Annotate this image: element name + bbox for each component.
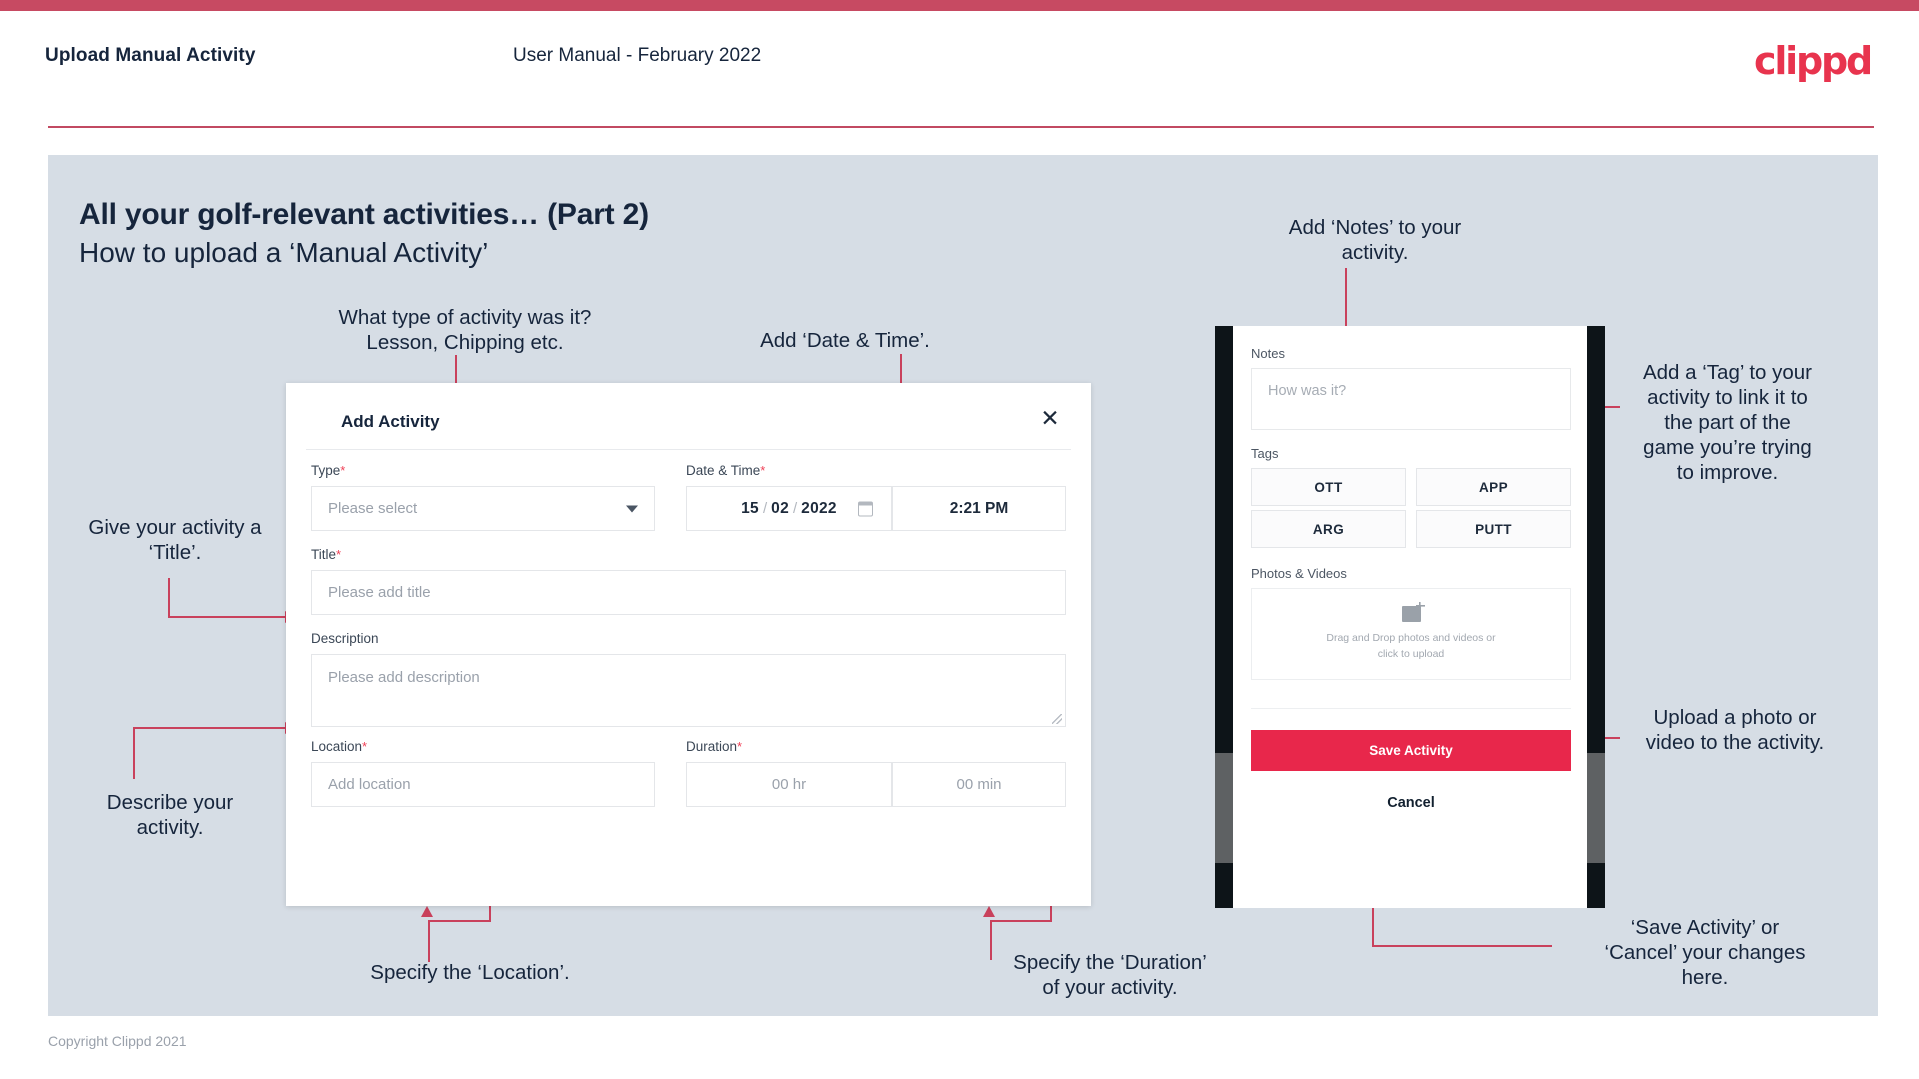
title-input[interactable]: Please add title [311,570,1066,615]
scrollbar-right[interactable] [1587,753,1605,863]
arrow-desc-stem [133,727,135,779]
location-required: * [362,739,368,754]
type-label: Type* [311,463,345,478]
description-textarea[interactable]: Please add description [311,654,1066,727]
tag-putt[interactable]: PUTT [1416,510,1571,548]
location-label-text: Location [311,739,363,754]
add-activity-dialog: Add Activity ✕ Type* Please select Date … [286,383,1091,906]
title-required: * [336,547,342,562]
header-divider [48,126,1874,128]
dropzone-line-2: click to upload [1377,647,1445,660]
clippd-logo: clippd [1754,39,1873,83]
datetime-label: Date & Time* [686,463,765,478]
type-placeholder: Please select [328,500,418,517]
media-label: Photos & Videos [1251,566,1347,581]
phone-mockup: Notes How was it? Tags OTT APP ARG PUTT … [1215,326,1605,908]
arrow-dur-head [983,906,995,917]
location-label: Location* [311,739,367,754]
callout-type: What type of activity was it? Lesson, Ch… [338,306,592,354]
date-year: 2022 [801,499,837,517]
arrow-dur-elbow [990,920,1052,922]
callout-duration: Specify the ‘Duration’ of your activity. [1013,951,1207,999]
time-input[interactable]: 2:21 PM [892,486,1066,531]
notes-textarea[interactable]: How was it? [1251,368,1571,430]
arrow-notes-stem [1345,268,1347,332]
datetime-required: * [760,463,766,478]
cancel-button[interactable]: Cancel [1251,786,1571,820]
description-placeholder: Please add description [328,669,480,686]
callout-upload: Upload a photo or video to the activity. [1645,706,1825,754]
phone-bezel-right [1587,326,1605,908]
location-input[interactable]: Add location [311,762,655,807]
date-input[interactable]: 15 / 02 / 2022 [686,486,892,531]
date-month: 02 [771,499,789,517]
phone-screen: Notes How was it? Tags OTT APP ARG PUTT … [1233,326,1587,908]
tag-arg[interactable]: ARG [1251,510,1406,548]
callout-location: Specify the ‘Location’. [370,961,570,984]
arrow-loc-head [421,906,433,917]
slide-subheading: How to upload a ‘Manual Activity’ [79,237,489,268]
arrow-title-stem [168,578,170,618]
arrow-dur-stem [990,920,992,960]
type-label-text: Type [311,463,341,478]
dropzone-line-1: Drag and Drop photos and videos or [1326,631,1496,644]
date-sep-1: / [762,500,768,517]
notes-placeholder: How was it? [1268,383,1347,399]
date-sep-2: / [793,500,798,517]
callout-tags: Add a ‘Tag’ to your activity to link it … [1642,361,1813,484]
callout-description: Describe your activity. [106,791,234,839]
type-required: * [340,463,346,478]
phone-divider [1251,708,1571,709]
duration-hours-input[interactable]: 00 hr [686,762,892,807]
arrow-loc-elbow [428,920,491,922]
phone-bezel-left [1215,326,1233,908]
callout-save-cancel: ‘Save Activity’ or ‘Cancel’ your changes… [1604,916,1806,989]
page-title: Upload Manual Activity [45,45,256,66]
media-dropzone[interactable]: Drag and Drop photos and videos or click… [1251,588,1571,680]
arrow-loc-stem [428,920,430,962]
slide-heading: All your golf-relevant activities… (Part… [79,198,649,231]
duration-label: Duration* [686,739,742,754]
page-subtitle: User Manual - February 2022 [513,45,762,66]
footer-copyright: Copyright Clippd 2021 [48,1033,187,1049]
calendar-icon[interactable] [858,501,873,516]
duration-label-text: Duration [686,739,738,754]
duration-minutes-input[interactable]: 00 min [892,762,1066,807]
close-icon[interactable]: ✕ [1035,404,1065,434]
description-label: Description [311,631,379,646]
datetime-label-text: Date & Time [686,463,761,478]
scrollbar-left[interactable] [1215,753,1233,863]
notes-label: Notes [1251,346,1285,361]
save-activity-button[interactable]: Save Activity [1251,730,1571,771]
dropzone-text: Drag and Drop photos and videos or click… [1326,631,1495,663]
callout-datetime: Add ‘Date & Time’. [760,329,930,352]
tag-ott[interactable]: OTT [1251,468,1406,506]
duration-required: * [737,739,743,754]
title-label-text: Title [311,547,337,562]
type-select[interactable]: Please select [311,486,655,531]
date-day: 15 [741,499,759,517]
top-accent-bar [0,0,1919,11]
dialog-title: Add Activity [341,412,440,431]
dialog-divider [306,449,1071,450]
add-image-icon [1401,601,1425,622]
arrow-save-elbow [1372,945,1552,947]
tags-label: Tags [1251,446,1279,461]
arrow-desc-elbow [133,727,288,729]
resize-handle-icon[interactable] [1052,714,1062,724]
chevron-down-icon [626,505,638,512]
arrow-title-elbow [168,616,288,618]
tag-app[interactable]: APP [1416,468,1571,506]
callout-notes: Add ‘Notes’ to your activity. [1288,216,1462,264]
title-label: Title* [311,547,341,562]
callout-title: Give your activity a ‘Title’. [88,516,262,564]
